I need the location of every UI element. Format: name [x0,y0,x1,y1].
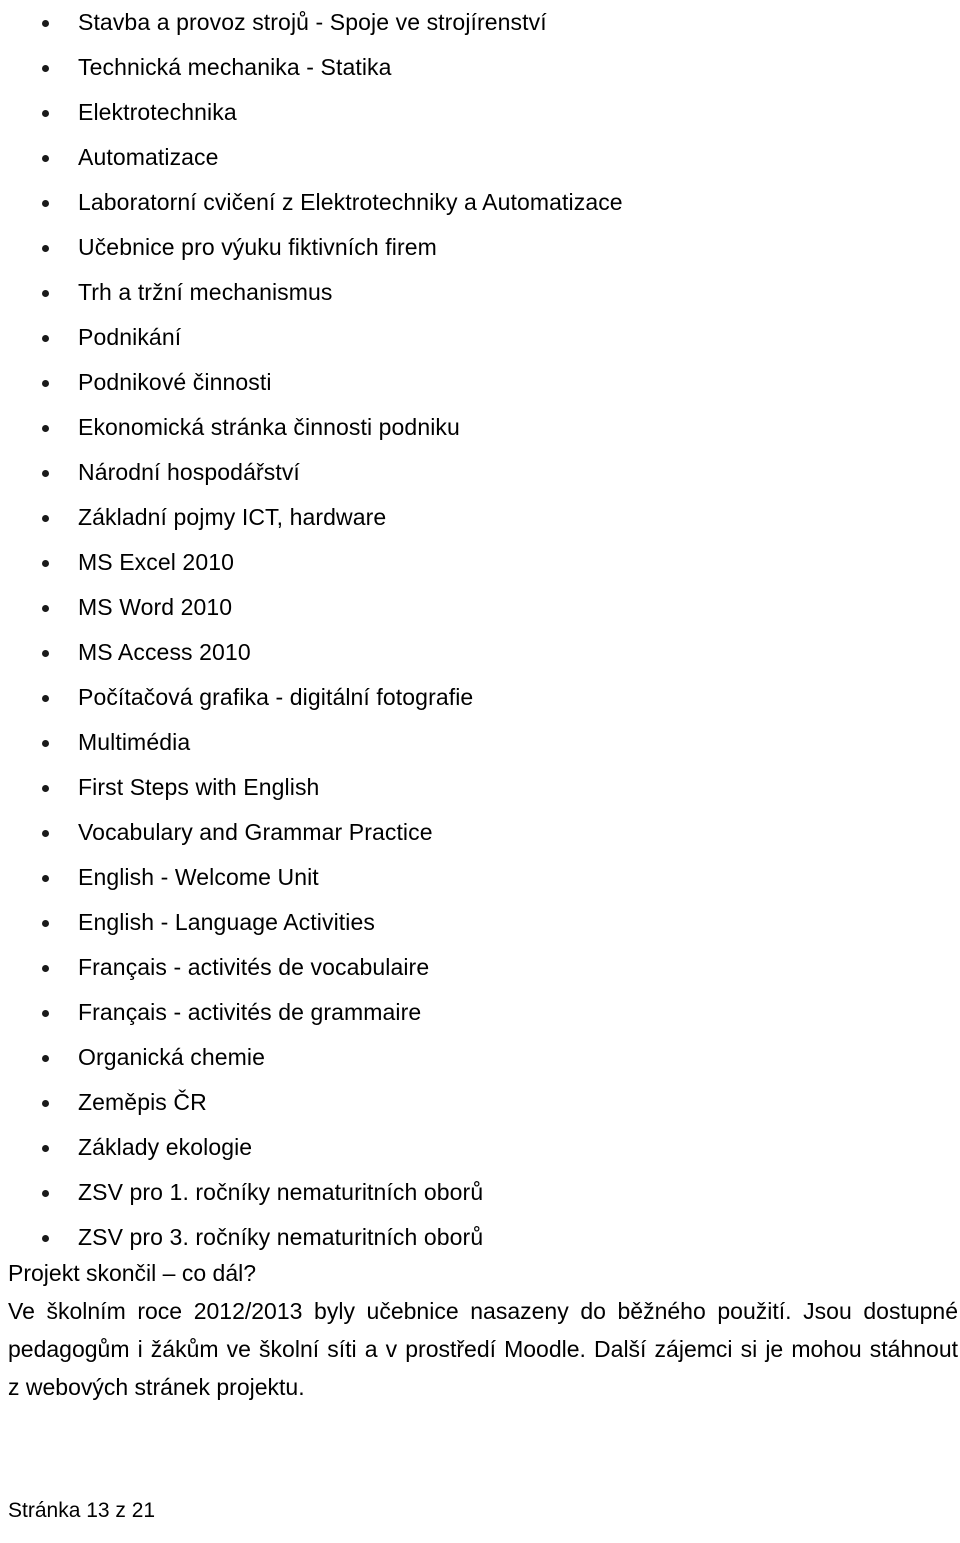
bullet-point-icon [42,784,49,792]
list-item: Podnikání [0,315,960,360]
bullet-point-icon [42,1099,49,1107]
list-item-label: Počítačová grafika - digitální fotografi… [78,684,474,710]
list-item: Základní pojmy ICT, hardware [0,495,960,540]
bullet-point-icon [42,19,49,27]
list-item-label: Technická mechanika - Statika [78,54,392,80]
list-item: Stavba a provoz strojů - Spoje ve strojí… [0,0,960,45]
bullet-point-icon [42,1144,49,1152]
bullet-point-icon [42,379,49,387]
paragraph-line: pedagogům i žákům ve školní síti a v pro… [8,1336,958,1362]
bullet-point-icon [42,334,49,342]
list-item: MS Access 2010 [0,630,960,675]
list-item-label: English - Welcome Unit [78,864,319,890]
list-item: Automatizace [0,135,960,180]
list-item-label: ZSV pro 1. ročníky nematuritních oborů [78,1179,484,1205]
list-item: First Steps with English [0,765,960,810]
bullet-point-icon [42,649,49,657]
list-item-label: ZSV pro 3. ročníky nematuritních oborů [78,1224,484,1250]
bullet-point-icon [42,199,49,207]
list-item-label: MS Access 2010 [78,639,251,665]
bullet-point-icon [42,829,49,837]
list-item-label: Národní hospodářství [78,459,300,485]
list-item: Français - activités de vocabulaire [0,945,960,990]
bullet-point-icon [42,559,49,567]
list-item: English - Language Activities [0,900,960,945]
list-item: Laboratorní cvičení z Elektrotechniky a … [0,180,960,225]
paragraph-line: z webových stránek projektu. [8,1374,305,1400]
bullet-point-icon [42,64,49,72]
list-item-label: Ekonomická stránka činnosti podniku [78,414,460,440]
list-item-label: English - Language Activities [78,909,375,935]
bullet-point-icon [42,919,49,927]
list-item-label: MS Word 2010 [78,594,233,620]
bullet-point-icon [42,1234,49,1242]
list-item: MS Excel 2010 [0,540,960,585]
list-item: Učebnice pro výuku fiktivních firem [0,225,960,270]
bullet-point-icon [42,1009,49,1017]
list-item: English - Welcome Unit [0,855,960,900]
list-item: Ekonomická stránka činnosti podniku [0,405,960,450]
list-item-label: Automatizace [78,144,219,170]
bullet-point-icon [42,964,49,972]
list-item-label: Základy ekologie [78,1134,253,1160]
bullet-point-icon [42,739,49,747]
bullet-point-icon [42,874,49,882]
bullet-point-icon [42,289,49,297]
bullet-point-icon [42,469,49,477]
list-item-label: Trh a tržní mechanismus [78,279,333,305]
list-item-label: Učebnice pro výuku fiktivních firem [78,234,437,260]
list-item: MS Word 2010 [0,585,960,630]
bullet-point-icon [42,1189,49,1197]
list-item-label: MS Excel 2010 [78,549,234,575]
page-footer: Stránka 13 z 21 [8,1499,156,1522]
bullet-point-icon [42,604,49,612]
bullet-point-icon [42,694,49,702]
list-item: Podnikové činnosti [0,360,960,405]
bullet-point-icon [42,244,49,252]
list-item: Trh a tržní mechanismus [0,270,960,315]
list-item-label: Vocabulary and Grammar Practice [78,819,433,845]
list-item-label: Podnikání [78,324,182,350]
list-item: Základy ekologie [0,1125,960,1170]
document-page: Stavba a provoz strojů - Spoje ve strojí… [0,0,960,1543]
list-item-label: Podnikové činnosti [78,369,272,395]
list-item-label: Stavba a provoz strojů - Spoje ve strojí… [78,9,547,35]
list-item-label: Organická chemie [78,1044,265,1070]
list-item: Technická mechanika - Statika [0,45,960,90]
list-item-label: Základní pojmy ICT, hardware [78,504,387,530]
list-item: ZSV pro 1. ročníky nematuritních oborů [0,1170,960,1215]
bullet-point-icon [42,514,49,522]
list-item: Počítačová grafika - digitální fotografi… [0,675,960,720]
list-item-label: Zeměpis ČR [78,1089,207,1115]
list-item-label: Laboratorní cvičení z Elektrotechniky a … [78,189,623,215]
list-item-label: Multimédia [78,729,191,755]
paragraph-line: Ve školním roce 2012/2013 byly učebnice … [8,1298,958,1324]
bullet-point-icon [42,109,49,117]
list-item: Français - activités de grammaire [0,990,960,1035]
list-item: Vocabulary and Grammar Practice [0,810,960,855]
list-item-label: Français - activités de vocabulaire [78,954,430,980]
bullet-point-icon [42,1054,49,1062]
section-heading: Projekt skončil – co dál? [8,1260,257,1286]
body-paragraph: Ve školním roce 2012/2013 byly učebnice … [8,1292,958,1406]
list-item: Zeměpis ČR [0,1080,960,1125]
list-item: Elektrotechnika [0,90,960,135]
bullet-point-icon [42,154,49,162]
list-item: Národní hospodářství [0,450,960,495]
list-item-label: Elektrotechnika [78,99,237,125]
textbook-list: Stavba a provoz strojů - Spoje ve strojí… [0,0,960,1260]
list-item: Multimédia [0,720,960,765]
bullet-point-icon [42,424,49,432]
list-item-label: First Steps with English [78,774,320,800]
list-item-label: Français - activités de grammaire [78,999,422,1025]
list-item: Organická chemie [0,1035,960,1080]
